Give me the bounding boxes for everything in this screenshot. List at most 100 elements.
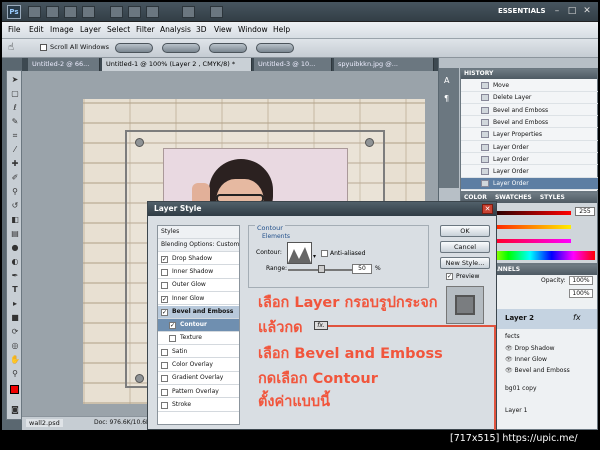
style-list-item[interactable]: ✓ Bevel and Emboss: [158, 305, 239, 319]
history-item[interactable]: Layer Order: [461, 166, 598, 178]
opacity-input[interactable]: 100%: [569, 276, 593, 285]
style-list-item[interactable]: ✓ Contour: [158, 319, 239, 332]
dodge-tool-icon[interactable]: ◐: [10, 257, 20, 267]
blur-tool-icon[interactable]: ●: [10, 243, 20, 253]
view-extras-icon[interactable]: [64, 6, 77, 18]
style-list-item[interactable]: Blending Options: Custom: [158, 239, 239, 253]
file-tab-wall2[interactable]: wall2.psd: [26, 419, 63, 427]
style-checkbox[interactable]: ✓: [161, 295, 168, 303]
style-list-item[interactable]: Pattern Overlay: [158, 386, 239, 399]
style-checkbox[interactable]: ✓: [161, 308, 168, 316]
history-item[interactable]: Bevel and Emboss: [461, 117, 598, 129]
scroll-all-windows-checkbox[interactable]: [40, 44, 47, 51]
menu-filter[interactable]: Filter: [136, 25, 155, 34]
history-item[interactable]: Move: [461, 80, 598, 92]
history-item[interactable]: Layer Order: [461, 178, 598, 190]
style-list-item[interactable]: Outer Glow: [158, 279, 239, 292]
menu-edit[interactable]: Edit: [29, 25, 44, 34]
menu-3d[interactable]: 3D: [196, 25, 207, 34]
style-list-item[interactable]: Gradient Overlay: [158, 372, 239, 386]
actual-pixels-button[interactable]: [115, 43, 153, 53]
paragraph-panel-icon[interactable]: ¶: [444, 94, 449, 103]
style-list-item[interactable]: Satin: [158, 346, 239, 359]
style-checkbox[interactable]: [161, 401, 168, 409]
range-input[interactable]: 50: [352, 264, 372, 274]
red-value-input[interactable]: 255: [575, 207, 595, 216]
close-icon[interactable]: ✕: [580, 5, 594, 18]
type-tool-icon[interactable]: T: [10, 285, 20, 295]
history-item[interactable]: Bevel and Emboss: [461, 105, 598, 117]
quick-select-tool-icon[interactable]: ✎: [10, 117, 20, 127]
style-checkbox[interactable]: [161, 375, 168, 383]
history-item[interactable]: Layer Order: [461, 142, 598, 153]
arrange-documents-icon[interactable]: [182, 6, 195, 18]
tab-untitled-2[interactable]: Untitled-2 @ 66...: [28, 58, 100, 71]
hand-tool-icon[interactable]: ✋: [10, 355, 20, 365]
healing-brush-tool-icon[interactable]: ✚: [10, 159, 20, 169]
fit-screen-button[interactable]: [162, 43, 200, 53]
marquee-tool-icon[interactable]: ▢: [10, 89, 20, 99]
minimize-icon[interactable]: –: [550, 5, 564, 18]
tab-color[interactable]: COLOR: [464, 194, 487, 201]
rotate-view-icon[interactable]: [146, 6, 159, 18]
tab-spyuibkkn[interactable]: spyuibkkn.jpg @...: [334, 58, 434, 71]
crop-tool-icon[interactable]: ⌗: [10, 131, 20, 141]
clone-stamp-tool-icon[interactable]: ⚲: [10, 187, 20, 197]
fill-input[interactable]: 100%: [569, 289, 593, 298]
dialog-close-icon[interactable]: ✕: [482, 204, 493, 214]
menu-layer[interactable]: Layer: [80, 25, 101, 34]
menu-window[interactable]: Window: [238, 25, 268, 34]
contour-picker[interactable]: [287, 242, 312, 264]
quick-mask-icon[interactable]: ◙: [10, 405, 20, 415]
eyedropper-tool-icon[interactable]: ⁄: [10, 145, 20, 155]
style-checkbox[interactable]: ✓: [161, 255, 168, 263]
history-item[interactable]: Layer Properties: [461, 129, 598, 141]
zoom-tool-icon[interactable]: [128, 6, 141, 18]
workspace-switcher[interactable]: ESSENTIALS: [498, 7, 546, 15]
gradient-tool-icon[interactable]: ▤: [10, 229, 20, 239]
brush-tool-icon[interactable]: ✐: [10, 173, 20, 183]
ok-button[interactable]: OK: [440, 225, 490, 237]
bridge-icon[interactable]: [28, 6, 41, 18]
cancel-button[interactable]: Cancel: [440, 241, 490, 253]
style-checkbox[interactable]: [161, 388, 168, 396]
3d-rotate-tool-icon[interactable]: ⟳: [10, 327, 20, 337]
path-select-tool-icon[interactable]: ▸: [10, 299, 20, 309]
3d-orbit-tool-icon[interactable]: ◎: [10, 341, 20, 351]
style-checkbox[interactable]: [161, 268, 168, 276]
anti-aliased-checkbox[interactable]: [321, 250, 328, 257]
menu-file[interactable]: File: [8, 25, 21, 34]
foreground-color-swatch[interactable]: [10, 385, 19, 394]
history-item[interactable]: Layer Order: [461, 154, 598, 166]
style-checkbox[interactable]: [169, 335, 176, 343]
style-list-item[interactable]: ✓ Drop Shadow: [158, 253, 239, 266]
maximize-icon[interactable]: □: [565, 5, 579, 18]
range-slider-knob[interactable]: [318, 265, 325, 273]
lasso-tool-icon[interactable]: ℓ: [10, 103, 20, 113]
hand-tool-icon[interactable]: [110, 6, 123, 18]
style-list-item[interactable]: Color Overlay: [158, 359, 239, 372]
eraser-tool-icon[interactable]: ◧: [10, 215, 20, 225]
fill-screen-button[interactable]: [209, 43, 247, 53]
style-checkbox[interactable]: [161, 282, 168, 290]
screen-mode-icon[interactable]: [210, 6, 223, 18]
style-list-item[interactable]: Inner Shadow: [158, 266, 239, 279]
style-checkbox[interactable]: [161, 348, 168, 356]
style-list-item[interactable]: Stroke: [158, 399, 239, 412]
move-tool-icon[interactable]: ➤: [10, 75, 20, 85]
menu-help[interactable]: Help: [273, 25, 290, 34]
tab-untitled-3[interactable]: Untitled-3 @ 10...: [254, 58, 332, 71]
style-list-item[interactable]: ✓ Inner Glow: [158, 293, 239, 306]
style-checkbox[interactable]: ✓: [169, 322, 176, 330]
style-list-item[interactable]: Styles: [158, 226, 239, 239]
zoom-level-icon[interactable]: [82, 6, 95, 18]
menu-select[interactable]: Select: [107, 25, 130, 34]
tab-styles[interactable]: STYLES: [540, 194, 565, 201]
new-style-button[interactable]: New Style...: [440, 257, 490, 269]
shape-tool-icon[interactable]: ■: [10, 313, 20, 323]
history-item[interactable]: Delete Layer: [461, 92, 598, 104]
hand-tool-preset-icon[interactable]: ☝: [8, 42, 14, 53]
zoom-tool-icon[interactable]: ⚲: [10, 369, 20, 379]
style-list-item[interactable]: Texture: [158, 332, 239, 346]
mini-bridge-icon[interactable]: [46, 6, 59, 18]
